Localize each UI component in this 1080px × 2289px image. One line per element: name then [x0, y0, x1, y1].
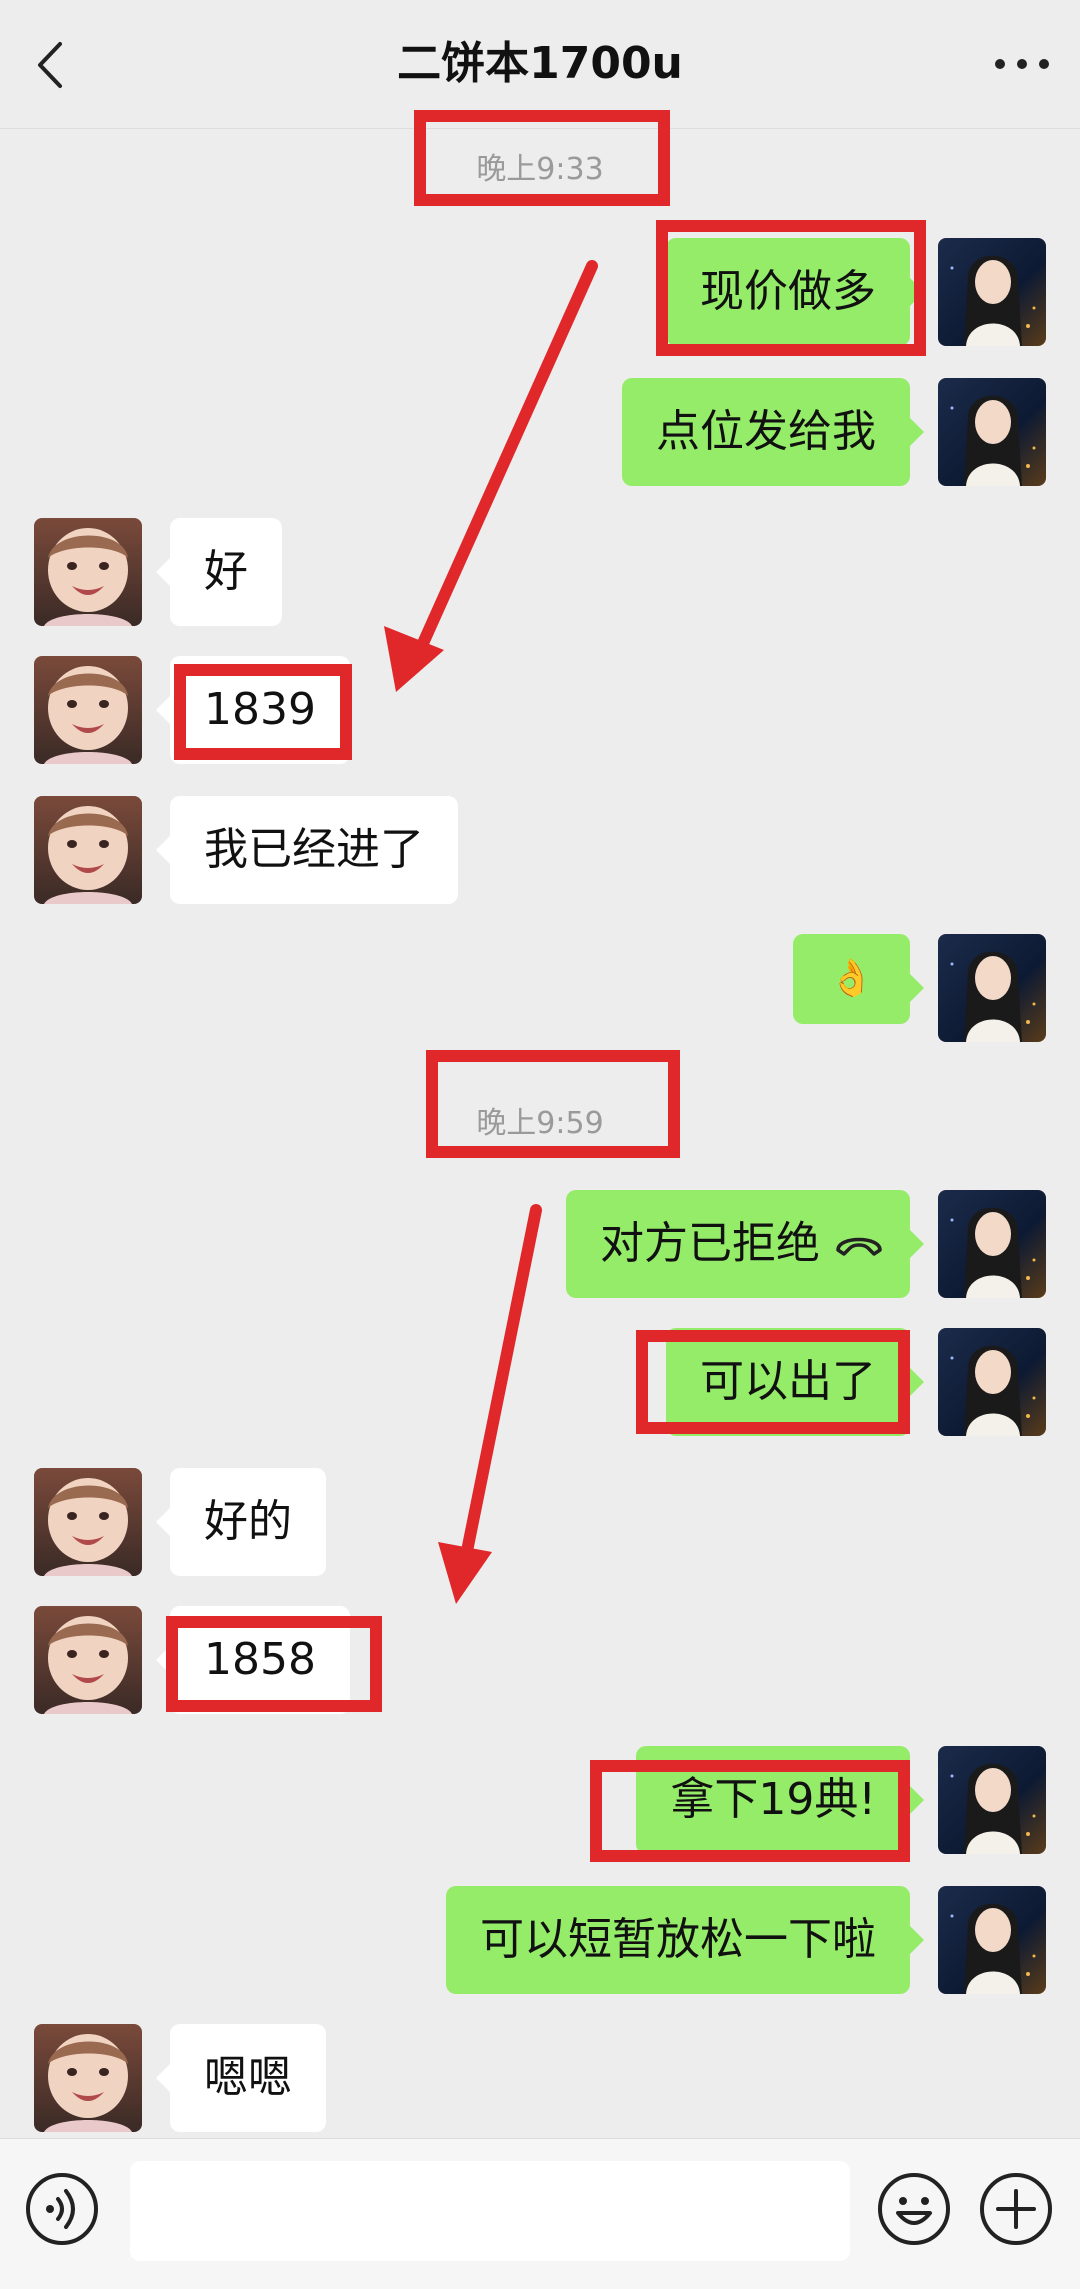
avatar[interactable] — [34, 1468, 142, 1576]
chat-header: 二饼本1700u — [0, 0, 1080, 129]
phone-hangup-icon — [836, 1237, 882, 1256]
more-icon[interactable] — [992, 44, 1052, 84]
message-text: 对方已拒绝 — [600, 1218, 820, 1269]
avatar[interactable] — [34, 656, 142, 764]
message-bubble[interactable]: 嗯嗯 — [156, 2024, 326, 2132]
avatar[interactable] — [34, 2024, 142, 2132]
annotation-arrow — [438, 1204, 542, 1604]
message-input[interactable] — [130, 2161, 850, 2261]
timestamp: 晚上9:59 — [476, 1106, 604, 1141]
message-bubble[interactable]: 我已经进了 — [156, 796, 458, 904]
avatar[interactable] — [34, 796, 142, 904]
chat-title: 二饼本1700u — [397, 38, 683, 89]
message-bubble[interactable]: 好 — [156, 518, 282, 626]
call-declined-bubble[interactable]: 对方已拒绝 — [566, 1190, 924, 1298]
message-bubble[interactable]: 点位发给我 — [622, 378, 924, 486]
message-bubble[interactable]: 现价做多 — [666, 238, 924, 346]
message-bubble[interactable]: 1858 — [156, 1606, 350, 1714]
message-bubble[interactable]: 拿下19典! — [636, 1746, 924, 1854]
message-bubble[interactable]: 可以出了 — [666, 1328, 924, 1436]
avatar[interactable] — [938, 1746, 1046, 1854]
avatar[interactable] — [938, 238, 1046, 346]
message-bubble[interactable]: 1839 — [156, 656, 350, 764]
avatar[interactable] — [34, 518, 142, 626]
voice-icon[interactable] — [24, 2171, 100, 2247]
avatar[interactable] — [938, 378, 1046, 486]
timestamp: 晚上9:33 — [476, 152, 604, 187]
message-bubble[interactable]: 可以短暂放松一下啦 — [446, 1886, 924, 1994]
avatar[interactable] — [938, 934, 1046, 1042]
message-bubble[interactable]: 👌 — [793, 934, 924, 1024]
input-bar — [0, 2138, 1080, 2289]
avatar[interactable] — [34, 1606, 142, 1714]
plus-icon[interactable] — [978, 2171, 1054, 2247]
avatar[interactable] — [938, 1886, 1046, 1994]
avatar[interactable] — [938, 1328, 1046, 1436]
annotation-arrow — [384, 260, 598, 692]
message-bubble[interactable]: 好的 — [156, 1468, 326, 1576]
avatar[interactable] — [938, 1190, 1046, 1298]
emoji-icon[interactable] — [876, 2171, 952, 2247]
